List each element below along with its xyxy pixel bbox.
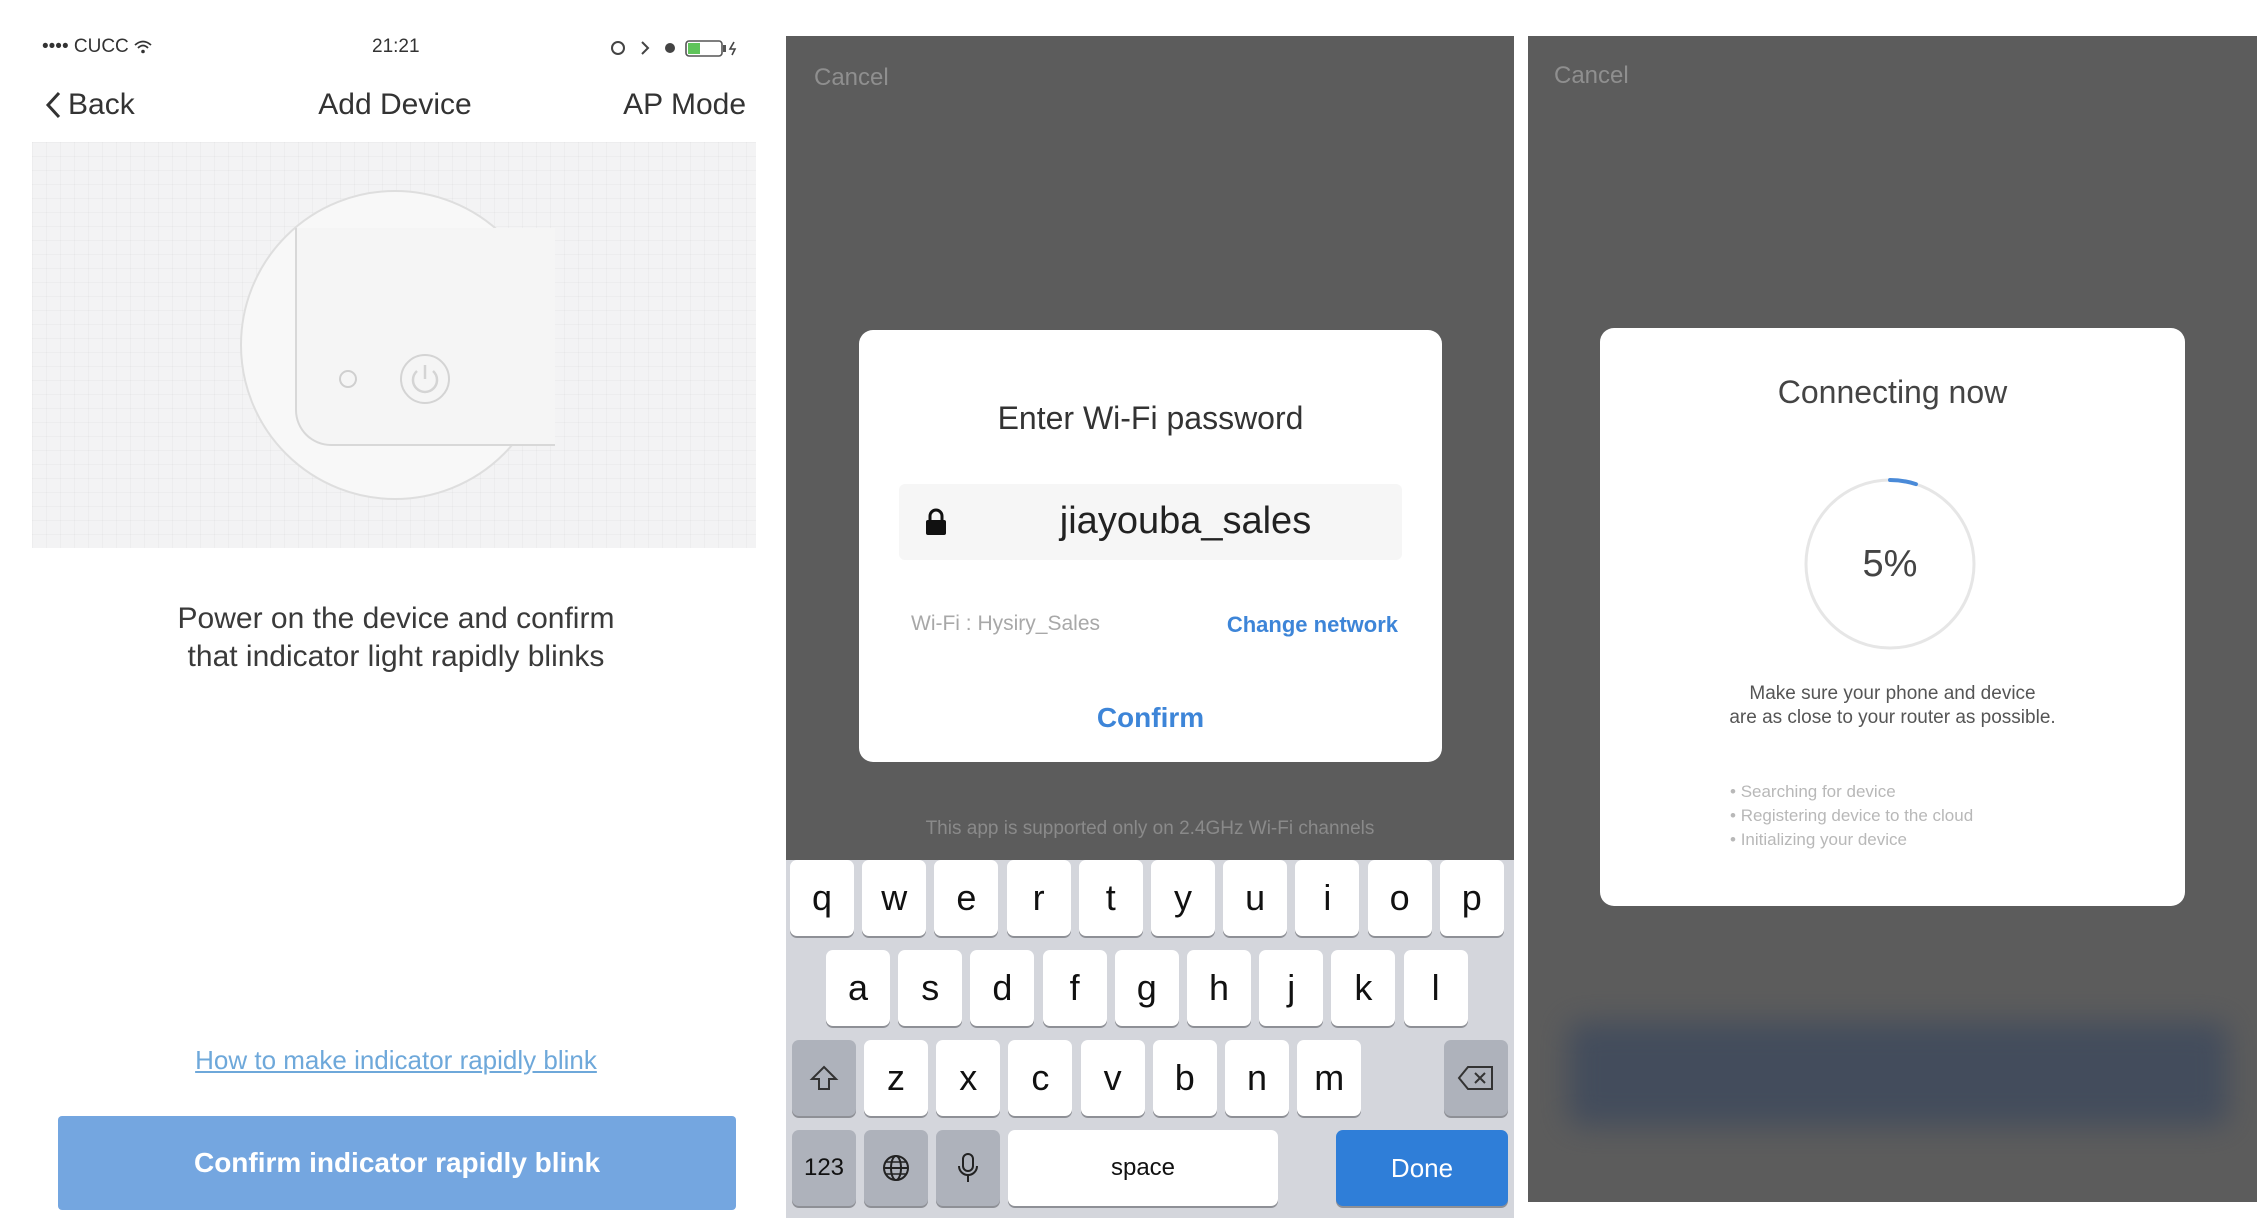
key-i[interactable]: i <box>1295 860 1360 936</box>
space-key[interactable]: space <box>1008 1130 1278 1206</box>
key-s[interactable]: s <box>898 950 963 1026</box>
blink-help-link[interactable]: How to make indicator rapidly blink <box>40 1045 752 1076</box>
cancel-button[interactable]: Cancel <box>1554 62 1629 90</box>
shift-icon <box>809 1065 839 1090</box>
confirm-blink-button[interactable]: Confirm indicator rapidly blink <box>58 1116 736 1210</box>
globe-key[interactable] <box>864 1130 928 1206</box>
wifi-band-note: This app is supported only on 2.4GHz Wi-… <box>925 818 1375 839</box>
confirm-button[interactable]: Confirm <box>859 702 1442 734</box>
progress-percent: 5% <box>1862 542 1918 585</box>
lock-icon <box>926 508 946 535</box>
globe-icon <box>883 1155 909 1181</box>
tip-line-2: are as close to your router as possible. <box>1729 707 2056 728</box>
instruction-line-2: that indicator light rapidly blinks <box>187 640 605 673</box>
key-u[interactable]: u <box>1223 860 1288 936</box>
power-icon <box>400 354 450 404</box>
wifi-icon <box>134 40 152 54</box>
key-c[interactable]: c <box>1008 1040 1073 1116</box>
backspace-icon <box>1457 1066 1493 1090</box>
key-a[interactable]: a <box>826 950 890 1026</box>
key-l[interactable]: l <box>1403 950 1468 1026</box>
key-r[interactable]: r <box>1006 860 1071 936</box>
key-p[interactable]: p <box>1439 860 1504 936</box>
done-key[interactable]: Done <box>1336 1130 1508 1206</box>
instruction-line-1: Power on the device and confirm <box>177 602 615 635</box>
status-icons <box>606 38 756 63</box>
change-network-link[interactable]: Change network <box>1227 612 1398 638</box>
clock-label: 21:21 <box>372 36 420 57</box>
key-t[interactable]: t <box>1078 860 1143 936</box>
key-o[interactable]: o <box>1367 860 1432 936</box>
key-n[interactable]: n <box>1225 1040 1289 1116</box>
dialog-title: Connecting now <box>1777 374 2008 410</box>
key-f[interactable]: f <box>1042 950 1107 1026</box>
wifi-network-label: Wi-Fi : Hysiry_Sales <box>911 612 1101 635</box>
key-j[interactable]: j <box>1259 950 1324 1026</box>
backspace-key[interactable] <box>1444 1040 1508 1116</box>
step-item: Registering device to the cloud <box>1730 804 1973 828</box>
key-e[interactable]: e <box>934 860 999 936</box>
add-device-screen: •••• CUCC 21:21 Back Add Device AP Mode <box>0 0 776 1218</box>
blurred-button <box>1568 1022 2228 1126</box>
key-h[interactable]: h <box>1187 950 1251 1026</box>
password-value: jiayouba_sales <box>1059 500 1312 542</box>
connecting-dialog: Connecting now 5% Make sure your phone a… <box>1600 328 2185 906</box>
microphone-icon <box>958 1153 978 1182</box>
proximity-tip: Make sure your phone and device are as c… <box>1600 682 2185 730</box>
dialog-title: Enter Wi-Fi password <box>997 400 1304 436</box>
keyboard: qwertyuiop asdfghjkl zxcvbnm 123 space D… <box>786 860 1514 1218</box>
connection-steps: Searching for device Registering device … <box>1730 780 1973 852</box>
tip-line-1: Make sure your phone and device <box>1749 683 2036 704</box>
key-z[interactable]: z <box>864 1040 928 1116</box>
shift-key[interactable] <box>792 1040 856 1116</box>
key-k[interactable]: k <box>1331 950 1396 1026</box>
password-field[interactable]: jiayouba_sales <box>899 484 1402 560</box>
step-item: Initializing your device <box>1730 828 1973 852</box>
wifi-password-screen: Cancel Enter Wi-Fi password jiayouba_sal… <box>786 36 1514 1218</box>
step-item: Searching for device <box>1730 780 1973 804</box>
key-m[interactable]: m <box>1297 1040 1362 1116</box>
key-v[interactable]: v <box>1080 1040 1145 1116</box>
wifi-password-dialog: Enter Wi-Fi password jiayouba_sales Wi-F… <box>859 330 1442 762</box>
battery-icon <box>611 40 737 57</box>
key-x[interactable]: x <box>936 1040 1001 1116</box>
indicator-light <box>339 370 357 388</box>
device-outline <box>295 228 555 446</box>
key-b[interactable]: b <box>1152 1040 1217 1116</box>
key-y[interactable]: y <box>1151 860 1215 936</box>
key-q[interactable]: q <box>790 860 854 936</box>
connecting-screen: Cancel Connecting now 5% Make sure your … <box>1528 36 2257 1202</box>
key-g[interactable]: g <box>1114 950 1179 1026</box>
numbers-key[interactable]: 123 <box>792 1130 856 1206</box>
key-w[interactable]: w <box>862 860 927 936</box>
microphone-key[interactable] <box>936 1130 1000 1206</box>
instruction-text: Power on the device and confirm that ind… <box>40 600 752 676</box>
carrier-label: •••• CUCC <box>42 36 152 58</box>
cancel-button[interactable]: Cancel <box>814 64 889 92</box>
key-d[interactable]: d <box>970 950 1035 1026</box>
ap-mode-button[interactable]: AP Mode <box>623 88 746 122</box>
